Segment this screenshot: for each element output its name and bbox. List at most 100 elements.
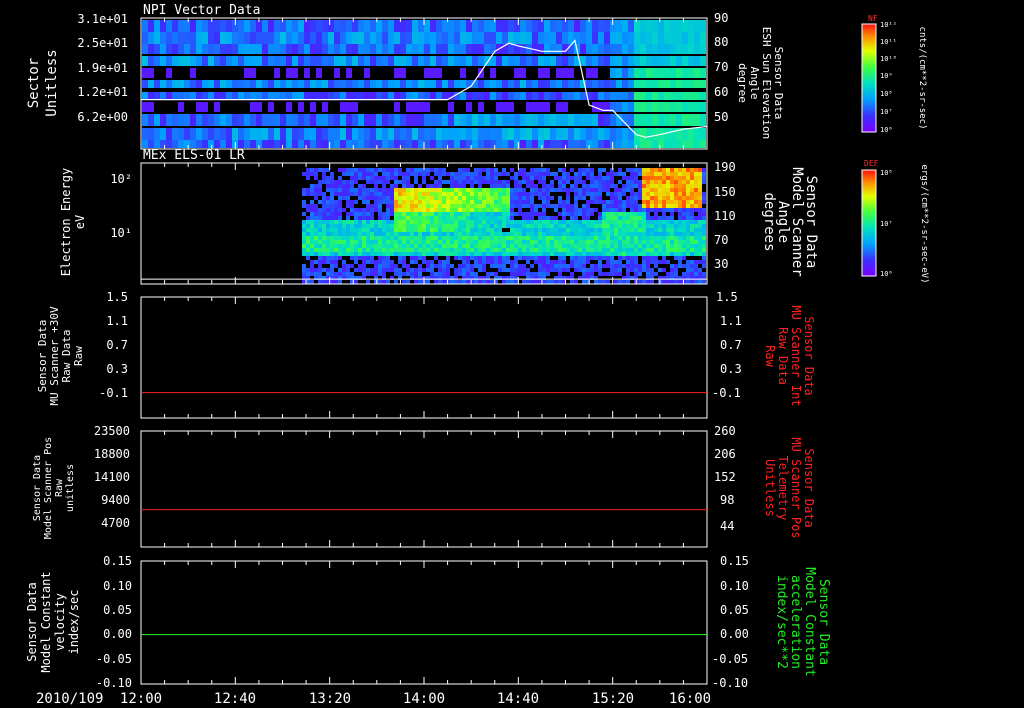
- els-cell: [530, 240, 534, 244]
- els-cell: [470, 280, 474, 284]
- els-cell: [390, 208, 394, 212]
- els-cell: [626, 264, 630, 268]
- els-cell: [586, 220, 590, 224]
- els-cell: [514, 180, 518, 184]
- els-cell: [682, 216, 686, 220]
- npi-cell: [622, 92, 628, 100]
- constant-right-ylabel-4: index/sec**2: [774, 575, 789, 669]
- npi-cell: [328, 20, 334, 32]
- mu-pos-right-ylabel-2: MU Scanner Pos: [789, 437, 803, 538]
- els-cell: [606, 184, 610, 188]
- els-cell: [498, 248, 502, 252]
- els-cell: [434, 244, 438, 248]
- els-cell: [566, 252, 570, 256]
- els-cell: [542, 216, 546, 220]
- npi-cell: [610, 68, 616, 78]
- els-cell: [534, 228, 538, 232]
- els-cell: [658, 204, 662, 208]
- els-cell: [558, 200, 562, 204]
- els-cell: [662, 268, 666, 272]
- els-cell: [598, 228, 602, 232]
- els-cell: [542, 196, 546, 200]
- els-cell: [514, 252, 518, 256]
- els-cell: [702, 196, 706, 200]
- els-cell: [574, 180, 578, 184]
- els-cell: [622, 228, 626, 232]
- els-cell: [306, 268, 310, 272]
- npi-cell: [538, 56, 544, 66]
- npi-cell: [196, 20, 202, 32]
- els-cell: [562, 248, 566, 252]
- els-cell: [446, 240, 450, 244]
- els-cell: [506, 260, 510, 264]
- npi-cell: [292, 32, 298, 44]
- els-cell: [378, 264, 382, 268]
- npi-cell: [268, 44, 274, 54]
- els-cell: [362, 208, 366, 212]
- els-cell: [454, 208, 458, 212]
- npi-cell: [226, 114, 232, 126]
- npi-cell: [670, 80, 676, 88]
- els-cell: [374, 264, 378, 268]
- els-cell: [350, 180, 354, 184]
- npi-cell: [640, 102, 646, 112]
- els-cell: [362, 244, 366, 248]
- els-cell: [562, 184, 566, 188]
- npi-cell: [520, 20, 526, 32]
- els-cell: [614, 172, 618, 176]
- npi-cell: [694, 140, 700, 148]
- els-cell: [542, 188, 546, 192]
- els-cell: [690, 188, 694, 192]
- npi-cell: [202, 44, 208, 54]
- els-cell: [366, 188, 370, 192]
- els-cell: [686, 204, 690, 208]
- els-cell: [430, 272, 434, 276]
- npi-cell: [460, 92, 466, 100]
- npi-cell: [262, 92, 268, 100]
- npi-cell: [394, 56, 400, 66]
- npi-cell: [604, 20, 610, 32]
- els-cell: [694, 268, 698, 272]
- els-cell: [446, 208, 450, 212]
- mu-pos-ylabel-4: unitless: [65, 464, 76, 512]
- els-cell: [550, 252, 554, 256]
- els-cell: [530, 244, 534, 248]
- els-cell: [594, 248, 598, 252]
- npi-cell: [436, 92, 442, 100]
- els-cell: [422, 240, 426, 244]
- mu-pos-ytick: 4700: [101, 516, 130, 530]
- els-cell: [622, 240, 626, 244]
- els-cell: [346, 184, 350, 188]
- els-cell: [418, 256, 422, 260]
- els-cell: [634, 196, 638, 200]
- npi-cell: [316, 20, 322, 32]
- els-cell: [326, 188, 330, 192]
- els-cell: [634, 272, 638, 276]
- els-cell: [546, 240, 550, 244]
- npi-cell: [592, 92, 598, 100]
- els-cell: [538, 252, 542, 256]
- els-cell: [374, 172, 378, 176]
- els-cell: [670, 204, 674, 208]
- els-cell: [674, 232, 678, 236]
- els-cell: [598, 240, 602, 244]
- els-cell: [398, 228, 402, 232]
- els-cell: [326, 244, 330, 248]
- els-cell: [474, 236, 478, 240]
- npi-cell: [538, 68, 544, 78]
- els-cell: [494, 236, 498, 240]
- npi-cell: [178, 32, 184, 44]
- els-cell: [438, 184, 442, 188]
- els-cell: [638, 264, 642, 268]
- els-cell: [578, 196, 582, 200]
- els-cell: [678, 236, 682, 240]
- els-cell: [630, 192, 634, 196]
- npi-cell: [214, 20, 220, 32]
- els-cell: [570, 252, 574, 256]
- colorbar-npi: NF 10¹² 10¹¹ 10¹⁰ 10⁹ 10⁸ 10⁷ 10⁶ cnts/(…: [861, 14, 927, 134]
- els-cell: [462, 248, 466, 252]
- npi-cell: [646, 102, 652, 112]
- npi-cell: [400, 68, 406, 78]
- npi-cell: [352, 32, 358, 44]
- els-cell: [330, 280, 334, 284]
